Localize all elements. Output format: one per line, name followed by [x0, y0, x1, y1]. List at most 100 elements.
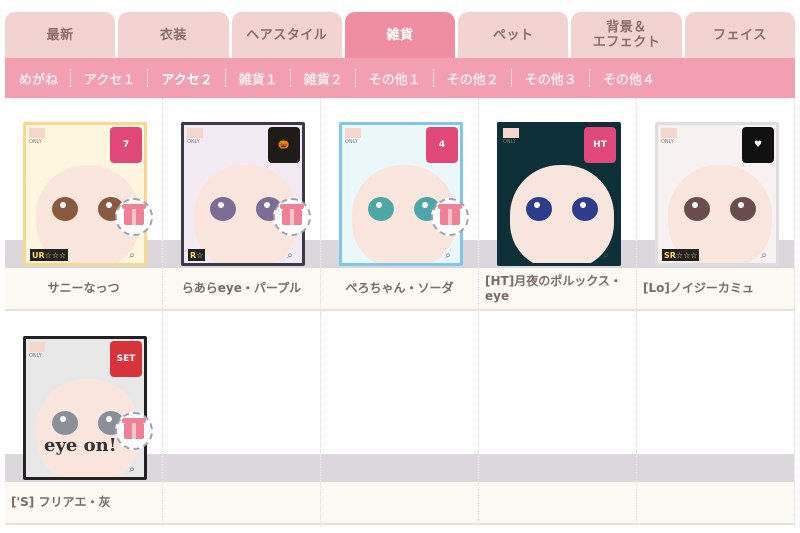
eye-icon: [572, 197, 598, 221]
only-label: ONLY: [29, 139, 42, 145]
gift-box-icon: [122, 418, 146, 439]
subtab-goods-2[interactable]: 雑貨２: [289, 58, 355, 98]
tab-face[interactable]: フェイス: [684, 12, 795, 58]
item-name: [479, 482, 636, 525]
gift-box-icon: [438, 204, 462, 225]
only-label: ONLY: [503, 139, 516, 145]
only-swatch: [345, 128, 361, 138]
item-card[interactable]: ['S] フリアエ・灰 ONLY SET eye on! ⌕: [5, 312, 163, 526]
rarity-badge: UR☆☆☆: [30, 249, 69, 261]
eye-icon: [368, 197, 394, 221]
eye-icon: [684, 197, 710, 221]
item-thumbnail[interactable]: ONLY ♥ SR☆☆☆ ⌕: [655, 122, 779, 266]
gift-icon[interactable]: [273, 198, 311, 236]
item-name: [HT]月夜のポルックス・eye: [479, 268, 636, 311]
event-badge-icon: 7: [110, 127, 142, 163]
item-background: [163, 312, 320, 454]
item-name: [Lo]ノイジーカミュ: [637, 268, 794, 311]
empty-item-slot: [479, 312, 637, 526]
item-card[interactable]: [HT]月夜のポルックス・eye ONLY HT ⌕: [479, 98, 637, 312]
tab-hairstyle[interactable]: ヘアスタイル: [231, 12, 342, 58]
zoom-icon[interactable]: ⌕: [756, 249, 772, 261]
gift-icon[interactable]: [431, 198, 469, 236]
event-badge-label: ♥: [753, 140, 763, 150]
item-thumbnail[interactable]: ONLY SET eye on! ⌕: [23, 336, 147, 480]
zoom-icon[interactable]: ⌕: [598, 249, 614, 261]
event-badge-icon: 4: [426, 127, 458, 163]
event-badge-label: 7: [122, 140, 130, 150]
event-badge-label: HT: [593, 140, 607, 150]
gift-box-icon: [280, 204, 304, 225]
item-name: らあらeye・パープル: [163, 268, 320, 311]
sub-category-tabs: めがね アクセ１ アクセ２ 雑貨１ 雑貨２ その他１ その他２ その他３ その他…: [5, 58, 795, 98]
item-name: ['S] フリアエ・灰: [5, 482, 162, 525]
only-label: ONLY: [661, 139, 674, 145]
eye-icon: [210, 197, 236, 221]
zoom-icon[interactable]: ⌕: [282, 249, 298, 261]
item-card[interactable]: サニーなっつ ONLY 7 UR☆☆☆ ⌕: [5, 98, 163, 312]
overlay-text: eye on!: [44, 435, 117, 456]
subtab-other-1[interactable]: その他１: [354, 58, 433, 98]
eye-icon: [52, 197, 78, 221]
eye-icon: [526, 197, 552, 221]
item-strip: [637, 454, 794, 482]
item-name: ぺろちゃん・ソーダ: [321, 268, 478, 311]
item-thumbnail[interactable]: ONLY HT ⌕: [497, 122, 621, 266]
subtab-goods-1[interactable]: 雑貨１: [224, 58, 290, 98]
eyes-illustration: [520, 197, 604, 237]
item-strip: [321, 454, 478, 482]
subtab-glasses[interactable]: めがね: [5, 58, 70, 98]
item-name: [637, 482, 794, 525]
tab-pet[interactable]: ペット: [458, 12, 569, 58]
event-badge-icon: 🎃: [268, 127, 300, 163]
item-name: [163, 482, 320, 525]
item-name: サニーなっつ: [5, 268, 162, 311]
item-thumbnail[interactable]: ONLY 4 ⌕: [339, 122, 463, 266]
zoom-icon[interactable]: ⌕: [124, 463, 140, 475]
item-background: [321, 312, 478, 454]
tab-goods[interactable]: 雑貨: [344, 12, 456, 58]
rarity-badge: SR☆☆☆: [662, 249, 700, 261]
item-background: [637, 312, 794, 454]
item-thumbnail[interactable]: ONLY 7 UR☆☆☆ ⌕: [23, 122, 147, 266]
subtab-other-4[interactable]: その他４: [588, 58, 667, 98]
empty-item-slot: [163, 312, 321, 526]
item-card[interactable]: らあらeye・パープル ONLY 🎃 R☆ ⌕: [163, 98, 321, 312]
eye-icon: [730, 197, 756, 221]
tab-background-effect[interactable]: 背景＆ エフェクト: [571, 12, 682, 58]
only-label: ONLY: [345, 139, 358, 145]
eyes-illustration: [678, 197, 762, 237]
tab-clothes[interactable]: 衣装: [118, 12, 229, 58]
event-badge-icon: SET: [110, 341, 142, 377]
subtab-accessory-1[interactable]: アクセ１: [70, 58, 147, 98]
zoom-icon[interactable]: ⌕: [124, 249, 140, 261]
empty-item-slot: [321, 312, 479, 526]
zoom-icon[interactable]: ⌕: [440, 249, 456, 261]
gift-icon[interactable]: [115, 198, 153, 236]
category-tabs: 最新 衣装 ヘアスタイル 雑貨 ペット 背景＆ エフェクト フェイス: [5, 12, 795, 58]
tab-newest[interactable]: 最新: [5, 12, 116, 58]
item-grid: サニーなっつ ONLY 7 UR☆☆☆ ⌕ らあらeye・パープル ONLY 🎃 R☆ ⌕ ぺろちゃ…: [5, 98, 795, 528]
event-badge-label: 4: [438, 140, 446, 150]
eye-icon: [52, 411, 78, 435]
item-card[interactable]: [Lo]ノイジーカミュ ONLY ♥ SR☆☆☆ ⌕: [637, 98, 795, 312]
only-label: ONLY: [29, 353, 42, 359]
event-badge-label: 🎃: [278, 140, 290, 150]
subtab-accessory-2[interactable]: アクセ２: [147, 58, 224, 98]
item-card[interactable]: ぺろちゃん・ソーダ ONLY 4 ⌕: [321, 98, 479, 312]
only-label: ONLY: [187, 139, 200, 145]
event-badge-icon: HT: [584, 127, 616, 163]
gift-icon[interactable]: [115, 412, 153, 450]
item-thumbnail[interactable]: ONLY 🎃 R☆ ⌕: [181, 122, 305, 266]
subtab-other-3[interactable]: その他３: [510, 58, 589, 98]
gift-box-icon: [122, 204, 146, 225]
item-strip: [163, 454, 320, 482]
event-badge-label: SET: [116, 354, 136, 364]
only-swatch: [187, 128, 203, 138]
event-badge-icon: ♥: [742, 127, 774, 163]
subtab-other-2[interactable]: その他２: [432, 58, 511, 98]
rarity-badge: R☆: [188, 249, 206, 261]
only-swatch: [503, 128, 519, 138]
item-background: [479, 312, 636, 454]
empty-item-slot: [637, 312, 795, 526]
